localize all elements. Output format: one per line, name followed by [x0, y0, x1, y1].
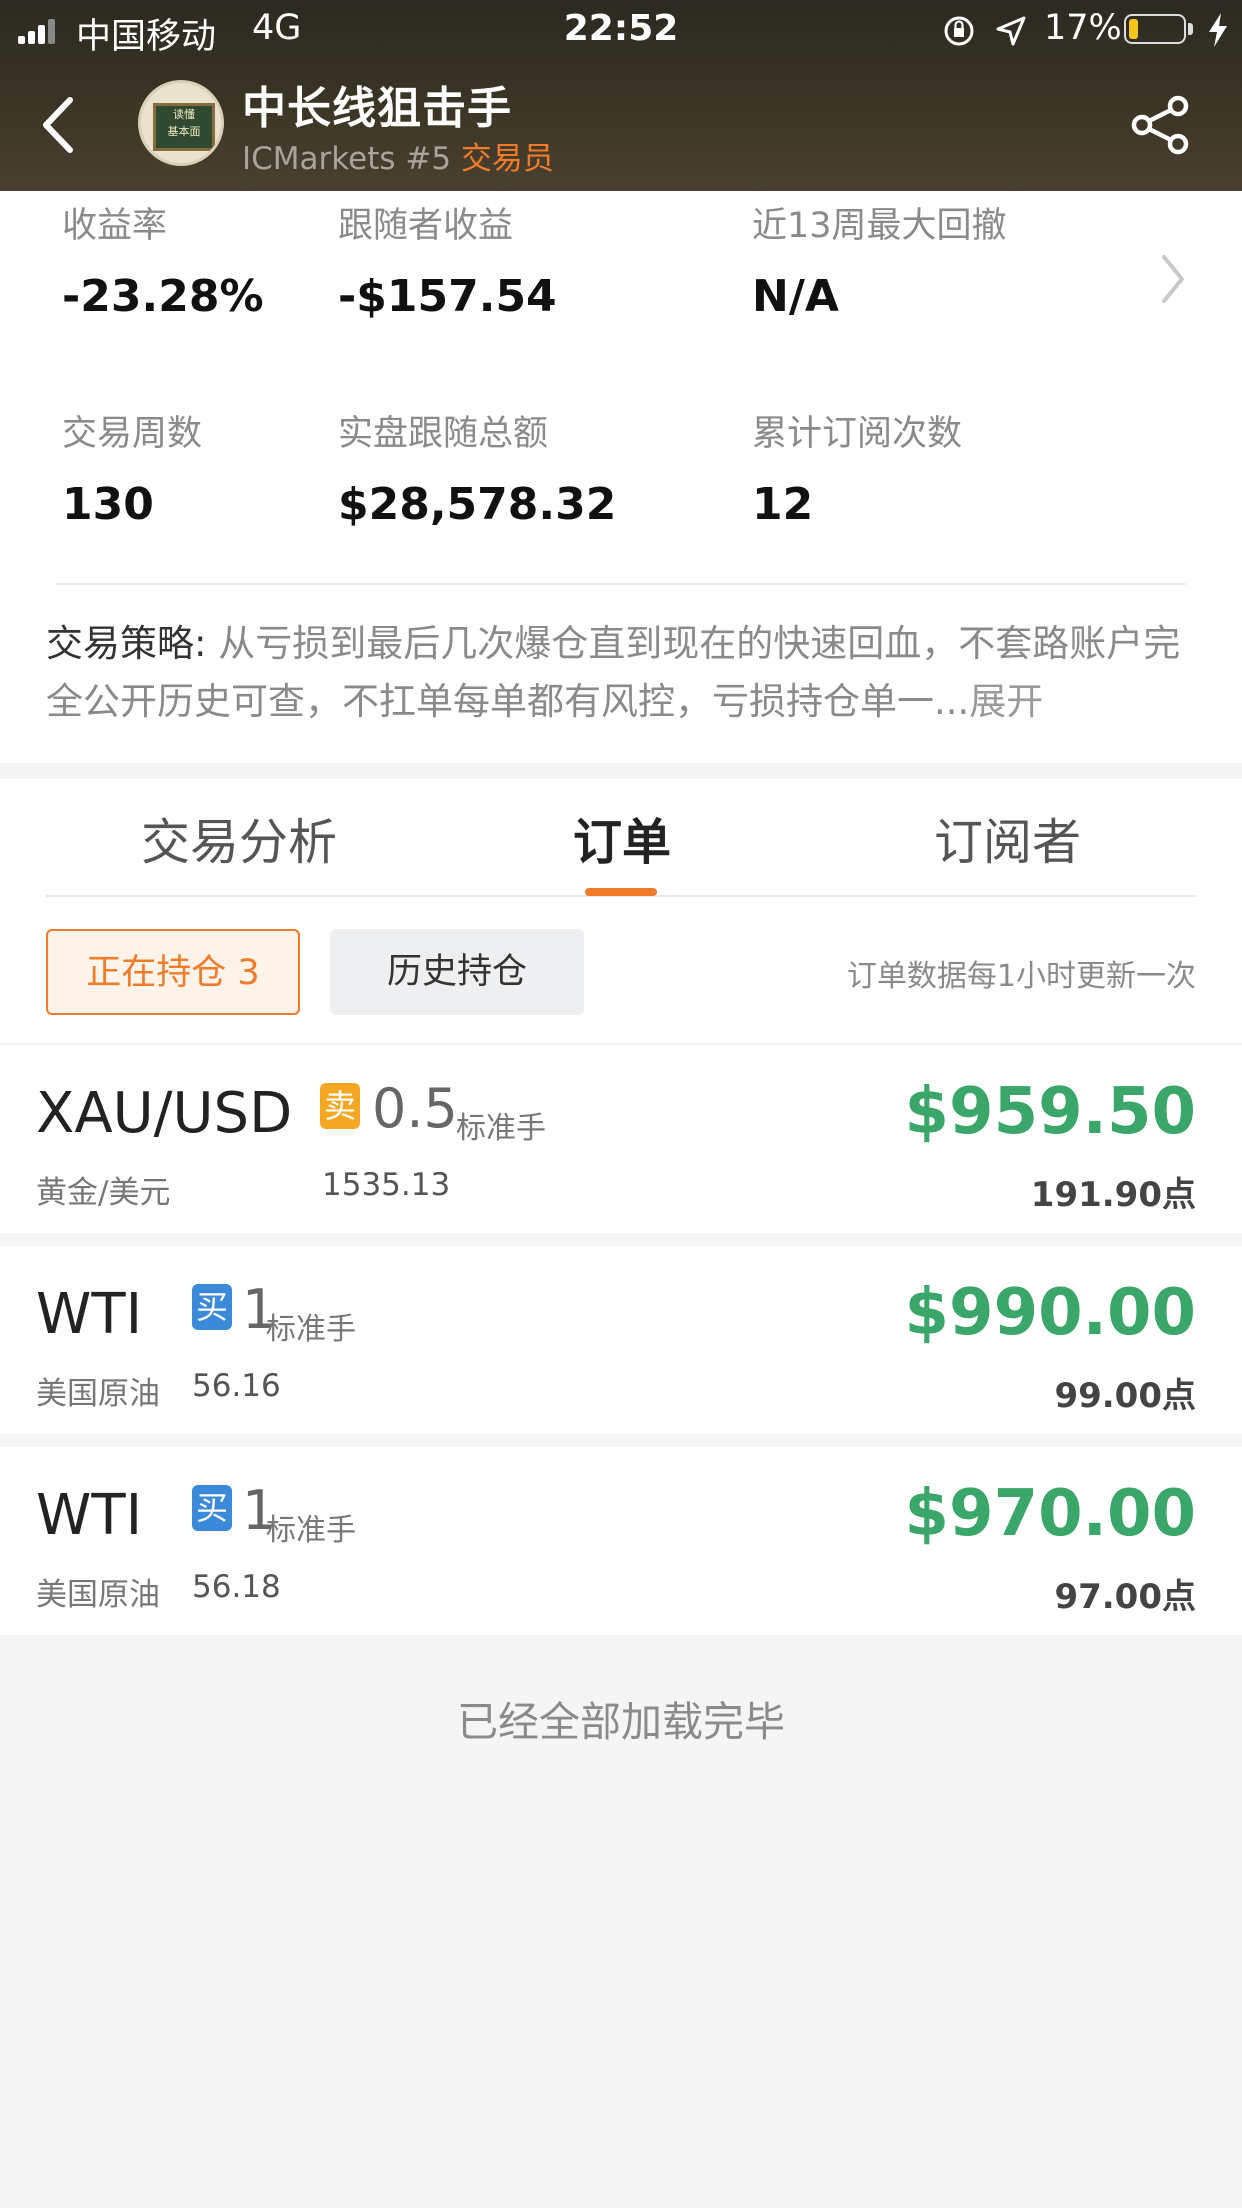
- strategy-prefix: 交易策略:: [46, 622, 219, 665]
- order-lot-unit: 标准手: [456, 1111, 546, 1146]
- history-positions-button[interactable]: 历史持仓: [330, 929, 584, 1015]
- back-button[interactable]: [34, 92, 90, 158]
- order-filter-row: 正在持仓 3 历史持仓 订单数据每1小时更新一次: [0, 897, 1242, 1043]
- order-symbol: XAU/USD: [36, 1081, 293, 1146]
- divider: [56, 583, 1186, 585]
- tab-bar: 交易分析 订单 订阅者: [0, 779, 1242, 897]
- tab-subscribers[interactable]: 订阅者: [934, 803, 1081, 874]
- stat-label-subscriptions: 累计订阅次数: [752, 414, 963, 454]
- load-complete-note: 已经全部加载完毕: [457, 1698, 785, 1746]
- order-row[interactable]: XAU/USD 卖 0.5 标准手 黄金/美元 1535.13 $959.50 …: [0, 1045, 1242, 1233]
- tab-orders[interactable]: 订单: [573, 803, 671, 874]
- order-row[interactable]: WTI 买 1 标准手 美国原油 56.18 $970.00 97.00点: [0, 1447, 1242, 1635]
- order-points: 99.00点: [1054, 1376, 1196, 1416]
- order-row[interactable]: WTI 买 1 标准手 美国原油 56.16 $990.00 99.00点: [0, 1246, 1242, 1434]
- order-symbol-cn: 黄金/美元: [36, 1175, 171, 1211]
- order-lot-unit: 标准手: [266, 1513, 356, 1548]
- order-open-price: 56.16: [192, 1368, 281, 1404]
- order-profit: $970.00: [904, 1477, 1197, 1551]
- order-symbol-cn: 美国原油: [36, 1376, 160, 1412]
- broker-label: ICMarkets #5: [242, 141, 452, 177]
- battery-tip: [1188, 23, 1193, 35]
- stat-label-trading-weeks: 交易周数: [62, 414, 203, 454]
- header: 中国移动 4G 22:52 17% 读懂 基本面 中长线狙击手 ICMarket…: [0, 0, 1242, 191]
- tab-active-indicator: [585, 888, 657, 896]
- stat-value-subscriptions: 12: [752, 479, 814, 530]
- charging-icon: [1209, 13, 1227, 47]
- stats-card[interactable]: 收益率 -23.28% 跟随者收益 -$157.54 近13周最大回撤 N/A …: [0, 191, 1242, 763]
- order-points: 97.00点: [1054, 1577, 1196, 1617]
- sell-badge: 卖: [320, 1083, 360, 1129]
- trader-name: 中长线狙击手: [242, 83, 512, 134]
- stat-value-trading-weeks: 130: [62, 479, 154, 530]
- order-profit: $990.00: [904, 1276, 1197, 1350]
- tab-trade-analysis[interactable]: 交易分析: [141, 803, 337, 874]
- stat-label-follow-total: 实盘跟随总额: [338, 414, 549, 454]
- role-label: 交易员: [460, 141, 554, 177]
- location-icon: [996, 16, 1026, 46]
- order-open-price: 1535.13: [322, 1167, 451, 1203]
- trader-subtitle: ICMarkets #5 交易员: [242, 133, 554, 178]
- open-positions-button[interactable]: 正在持仓 3: [46, 929, 300, 1015]
- strategy-text: 交易策略: 从亏损到最后几次爆仓直到现在的快速回血，不套路账户完全公开历史可查，…: [46, 615, 1196, 731]
- buy-badge: 买: [192, 1485, 232, 1531]
- battery-level: [1129, 19, 1138, 39]
- order-points: 191.90点: [1030, 1175, 1196, 1215]
- order-open-price: 56.18: [192, 1569, 281, 1605]
- avatar[interactable]: 读懂 基本面: [138, 80, 224, 166]
- order-symbol: WTI: [36, 1282, 143, 1347]
- stat-label-max-drawdown: 近13周最大回撤: [752, 206, 1007, 246]
- stat-value-max-drawdown: N/A: [752, 271, 839, 322]
- update-note: 订单数据每1小时更新一次: [846, 959, 1196, 994]
- stat-value-follower-profit: -$157.54: [338, 271, 557, 322]
- stat-value-follow-total: $28,578.32: [338, 479, 617, 530]
- status-bar: 中国移动 4G 22:52 17%: [0, 0, 1242, 60]
- orientation-lock-icon: [944, 16, 974, 46]
- expand-link[interactable]: 展开: [969, 680, 1043, 723]
- battery-percent: 17%: [1044, 8, 1122, 48]
- battery-icon: [1124, 14, 1186, 44]
- stat-label-follower-profit: 跟随者收益: [338, 206, 514, 246]
- buy-badge: 买: [192, 1284, 232, 1330]
- order-lot-unit: 标准手: [266, 1312, 356, 1347]
- stat-label-return: 收益率: [62, 206, 168, 246]
- share-icon[interactable]: [1128, 92, 1194, 158]
- stat-value-return: -23.28%: [62, 271, 264, 322]
- order-profit: $959.50: [904, 1075, 1197, 1149]
- chevron-right-icon[interactable]: [1158, 251, 1188, 307]
- order-symbol: WTI: [36, 1483, 143, 1548]
- order-symbol-cn: 美国原油: [36, 1577, 160, 1613]
- order-lots: 0.5: [372, 1077, 458, 1140]
- avatar-image: 读懂 基本面: [153, 103, 215, 151]
